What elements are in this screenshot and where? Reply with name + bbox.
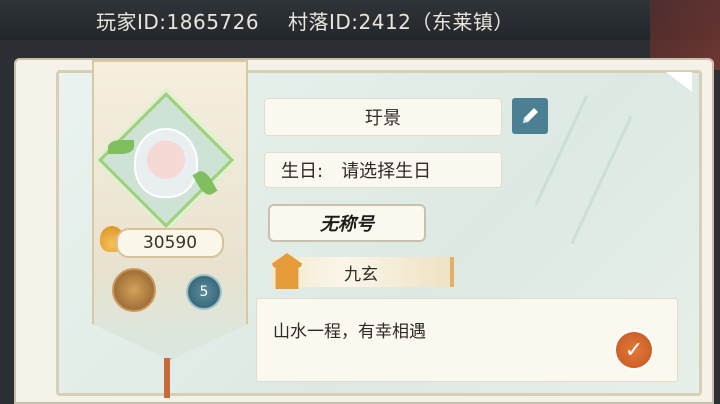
check-icon: ✓: [624, 337, 644, 363]
level-badge-icon[interactable]: 5: [186, 274, 222, 310]
birthday-field[interactable]: 生日: 请选择生日: [264, 152, 502, 188]
name-field: 玗景: [264, 98, 502, 136]
score-value: 30590: [142, 233, 198, 253]
clan-name: 九玄: [344, 264, 378, 285]
title-badge[interactable]: 无称号: [268, 204, 426, 242]
leaf-decoration: [108, 140, 134, 154]
village-id: 村落ID:2412（东莱镇）: [287, 10, 514, 34]
edit-name-button[interactable]: [512, 98, 548, 134]
avatar[interactable]: [134, 128, 198, 198]
tassel-decoration: [164, 358, 170, 398]
player-id: 玩家ID:1865726: [96, 10, 260, 34]
score-display: 30590: [116, 228, 224, 258]
confirm-button[interactable]: ✓: [614, 330, 654, 370]
level-value: 5: [199, 284, 209, 300]
medal-icon[interactable]: [112, 268, 156, 312]
birthday-value: 请选择生日: [341, 161, 432, 182]
pencil-icon: [523, 108, 538, 123]
top-bar: 玩家ID:1865726 村落ID:2412（东莱镇）: [0, 0, 720, 70]
id-line: 玩家ID:1865726 村落ID:2412（东莱镇）: [96, 6, 536, 35]
signature-text: 山水一程，有幸相遇: [273, 322, 426, 342]
signature-field[interactable]: 山水一程，有幸相遇: [256, 298, 678, 382]
clan-field[interactable]: 九玄: [272, 257, 454, 287]
birthday-label: 生日:: [281, 161, 324, 182]
player-name: 玗景: [365, 108, 401, 129]
title-text: 无称号: [320, 214, 374, 235]
